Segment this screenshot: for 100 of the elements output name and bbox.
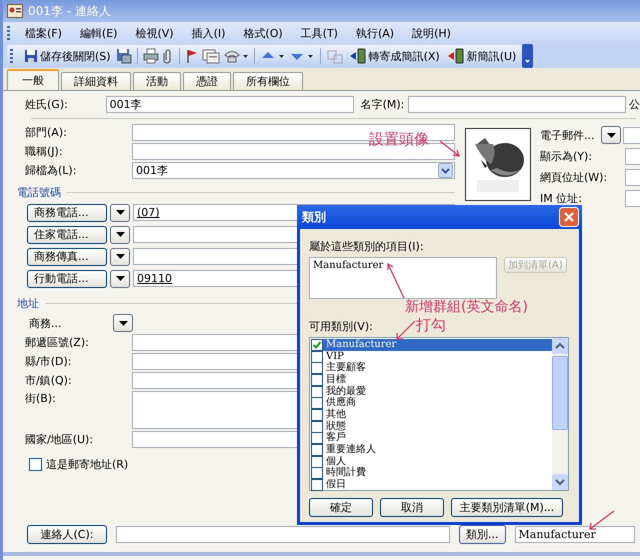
dropdown-button[interactable] bbox=[601, 126, 621, 144]
field-label: 公 bbox=[629, 96, 640, 112]
dropdown-button[interactable] bbox=[110, 226, 130, 244]
checkbox[interactable] bbox=[311, 432, 323, 444]
categories-button[interactable]: 類別... bbox=[459, 525, 506, 544]
category-item[interactable]: 供應商 bbox=[311, 397, 552, 410]
flag-icon[interactable] bbox=[184, 48, 199, 64]
text-area[interactable]: Manufacturer bbox=[309, 257, 497, 299]
save-icon bbox=[24, 49, 38, 63]
checkbox[interactable] bbox=[311, 397, 323, 410]
scroll-down-icon[interactable] bbox=[552, 474, 568, 490]
menu-item[interactable]: 格式(O) bbox=[234, 26, 292, 40]
new-sms-button[interactable]: 新簡訊(U) bbox=[444, 46, 518, 66]
phone-type-button[interactable]: 住家電話... bbox=[27, 226, 107, 244]
phone-type-button[interactable]: 商務電話... bbox=[27, 204, 107, 222]
scrollbar[interactable] bbox=[552, 338, 568, 490]
tab[interactable]: 一般 bbox=[7, 69, 59, 90]
checkbox[interactable] bbox=[311, 479, 323, 492]
menu-item[interactable]: 工具(T) bbox=[292, 26, 347, 40]
card-icon[interactable] bbox=[202, 48, 220, 64]
field-label: 部門(A): bbox=[24, 125, 68, 140]
field-label: IM 位址: bbox=[540, 190, 583, 206]
checkbox[interactable] bbox=[311, 374, 323, 386]
checkbox[interactable] bbox=[311, 408, 323, 421]
save-icon[interactable] bbox=[116, 48, 132, 64]
categories-field[interactable]: Manufacturer bbox=[514, 526, 634, 543]
menu-item[interactable]: 檢視(V) bbox=[126, 26, 183, 40]
category-item[interactable]: 個人 bbox=[311, 456, 552, 468]
dropdown-button[interactable] bbox=[113, 314, 133, 332]
dialog-button[interactable]: 確定 bbox=[309, 498, 373, 517]
checkbox[interactable] bbox=[311, 386, 323, 398]
forward-sms-button[interactable]: 轉寄成簡訊(X) bbox=[346, 46, 442, 66]
text-field[interactable] bbox=[408, 96, 626, 112]
text-field[interactable] bbox=[116, 526, 450, 543]
category-item[interactable]: 其他 bbox=[311, 409, 552, 421]
contacts-button[interactable]: 連絡人(C): bbox=[27, 525, 107, 544]
grip-icon[interactable] bbox=[7, 26, 10, 40]
category-item[interactable]: 重要連絡人 bbox=[311, 444, 552, 456]
checkbox[interactable] bbox=[311, 467, 323, 480]
text-field[interactable]: 001李 bbox=[106, 96, 354, 112]
checkbox[interactable] bbox=[311, 444, 323, 456]
field-label: 郵遞區號(Z): bbox=[24, 335, 90, 350]
annotation-arrow bbox=[387, 263, 405, 299]
category-item[interactable]: 客戶 bbox=[311, 432, 552, 444]
menu-item[interactable]: 插入(I) bbox=[182, 26, 234, 40]
dropdown-button[interactable] bbox=[110, 204, 130, 222]
menu-item[interactable]: 檔案(F) bbox=[16, 26, 71, 40]
combo-field[interactable]: 001李 bbox=[132, 162, 455, 179]
tab[interactable]: 所有欄位 bbox=[233, 72, 303, 90]
tab[interactable]: 活動 bbox=[133, 72, 181, 90]
dialog-button[interactable]: 取消 bbox=[380, 498, 444, 517]
dropdown-button[interactable] bbox=[110, 248, 130, 266]
menu-item[interactable]: 說明(H) bbox=[403, 26, 460, 40]
category-item[interactable]: 主要顧客 bbox=[311, 362, 552, 374]
address-type-label: 商務... bbox=[28, 316, 62, 330]
phone-type-button[interactable]: 商務傳真... bbox=[27, 248, 107, 266]
section-title: 電話號碼 bbox=[17, 185, 61, 200]
dropdown-button[interactable] bbox=[110, 270, 130, 288]
contact-card-icon bbox=[7, 4, 23, 18]
toolbar-options-icon[interactable] bbox=[522, 44, 534, 68]
tab[interactable]: 憑證 bbox=[183, 72, 231, 90]
dialog-button[interactable]: 主要類別清單(M)... bbox=[451, 498, 563, 517]
category-item[interactable]: 我的最愛 bbox=[311, 386, 552, 398]
category-item[interactable]: 時間計費 bbox=[311, 468, 552, 480]
annotation-arrow bbox=[396, 320, 416, 340]
checkbox[interactable] bbox=[29, 458, 42, 471]
field-label: 姓氏(G): bbox=[24, 96, 69, 112]
dropdown-arrow-icon bbox=[116, 254, 124, 259]
scroll-up-icon[interactable] bbox=[552, 338, 568, 354]
phone-icon[interactable] bbox=[222, 48, 249, 64]
save-close-button[interactable]: 儲存後關閉(S) bbox=[22, 46, 113, 66]
window-title: 001李 - 連絡人 bbox=[28, 2, 111, 20]
dropdown-arrow-icon bbox=[116, 210, 124, 215]
field-label: 縣/市(D): bbox=[24, 354, 72, 369]
phone-type-button[interactable]: 行動電話... bbox=[27, 270, 107, 288]
grip-icon[interactable] bbox=[10, 49, 13, 63]
category-item[interactable]: 狀態 bbox=[311, 420, 552, 432]
contact-photo[interactable] bbox=[465, 128, 531, 201]
field-label: 屬於這些類別的項目(I): bbox=[309, 239, 424, 254]
dropdown-arrow-icon bbox=[116, 276, 124, 281]
checkbox[interactable] bbox=[311, 350, 323, 363]
field-label: 市/鎮(Q): bbox=[24, 373, 73, 388]
tab[interactable]: 詳細資料 bbox=[61, 72, 131, 90]
close-icon[interactable] bbox=[559, 207, 579, 227]
section-title: 地址 bbox=[17, 296, 39, 311]
category-item[interactable]: 假日 bbox=[311, 479, 552, 491]
checkbox[interactable] bbox=[311, 456, 323, 468]
dropdown-arrow-icon bbox=[118, 320, 128, 326]
field-label: 電子郵件... bbox=[540, 128, 596, 142]
printer-icon[interactable] bbox=[142, 48, 159, 64]
menu-item[interactable]: 執行(A) bbox=[346, 26, 404, 40]
category-item[interactable]: VIP bbox=[311, 350, 552, 362]
checkbox[interactable] bbox=[311, 420, 323, 433]
checkbox[interactable] bbox=[311, 338, 323, 351]
category-item[interactable]: Manufacturer bbox=[311, 339, 552, 351]
dropdown-arrow-icon bbox=[606, 132, 616, 138]
category-item[interactable]: 目標 bbox=[311, 374, 552, 386]
checkbox[interactable] bbox=[311, 362, 323, 374]
scroll-thumb[interactable] bbox=[552, 356, 568, 430]
menu-item[interactable]: 編輯(E) bbox=[70, 26, 126, 40]
